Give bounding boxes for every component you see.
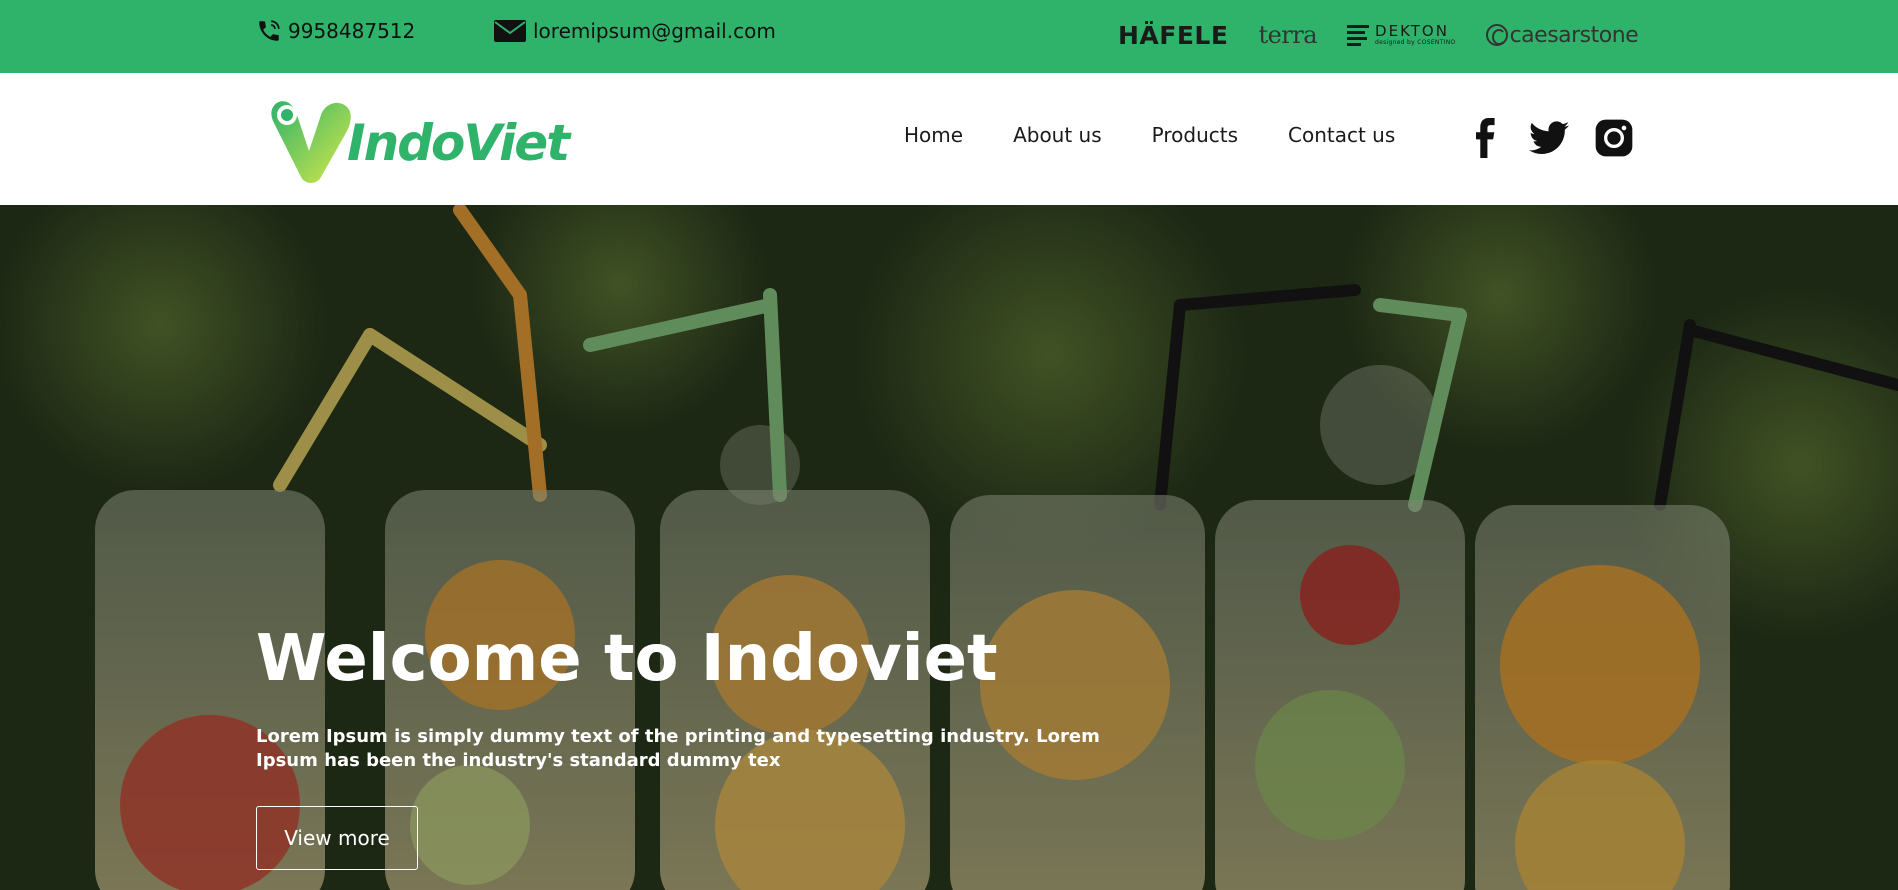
phone-icon — [259, 20, 280, 41]
nav-menu: Home About us Products Contact us — [904, 123, 1395, 147]
email-contact[interactable]: loremipsum@gmail.com — [493, 18, 776, 44]
hero-description: Lorem Ipsum is simply dummy text of the … — [256, 726, 1100, 771]
caesarstone-logo[interactable]: caesarstone — [1485, 22, 1639, 48]
nav-contact-us[interactable]: Contact us — [1288, 123, 1395, 147]
envelope-icon — [494, 20, 526, 42]
email-address: loremipsum@gmail.com — [533, 19, 776, 43]
dekton-mark-icon — [1347, 24, 1370, 46]
caesarstone-wordmark: caesarstone — [1509, 22, 1639, 48]
nav-about-us[interactable]: About us — [1013, 123, 1102, 147]
nav-products[interactable]: Products — [1152, 123, 1238, 147]
top-bar: 9958487512 loremipsum@gmail.com HÄFELE t… — [0, 0, 1898, 73]
instagram-icon[interactable] — [1594, 118, 1634, 158]
dekton-logo[interactable]: DEKTON designed by COSENTINO — [1347, 23, 1456, 47]
dekton-tagline: designed by COSENTINO — [1375, 39, 1456, 46]
location-pin-logo-icon — [271, 101, 351, 183]
phone-contact[interactable]: 9958487512 — [256, 18, 415, 44]
phone-number: 9958487512 — [288, 19, 416, 43]
nav-home[interactable]: Home — [904, 123, 963, 147]
hero-title: Welcome to Indoviet — [256, 622, 998, 696]
dekton-wordmark: DEKTON — [1375, 22, 1449, 40]
hero-overlay — [0, 205, 1898, 890]
social-links — [1468, 118, 1634, 158]
hafele-logo[interactable]: HÄFELE — [1118, 21, 1228, 50]
site-logo[interactable]: IndoViet — [265, 93, 570, 185]
view-more-button[interactable]: View more — [256, 806, 418, 870]
hero-banner: Welcome to Indoviet Lorem Ipsum is simpl… — [0, 205, 1898, 890]
logo-wordmark: IndoViet — [347, 114, 570, 172]
main-navbar: IndoViet Home About us Products Contact … — [0, 73, 1898, 205]
twitter-icon[interactable] — [1529, 121, 1569, 155]
terra-logo[interactable]: terra — [1258, 21, 1317, 49]
caesarstone-mark-icon — [1485, 24, 1508, 46]
facebook-icon[interactable] — [1468, 118, 1504, 158]
partner-brands: HÄFELE terra DEKTON designed by COSENTIN… — [1118, 18, 1639, 52]
